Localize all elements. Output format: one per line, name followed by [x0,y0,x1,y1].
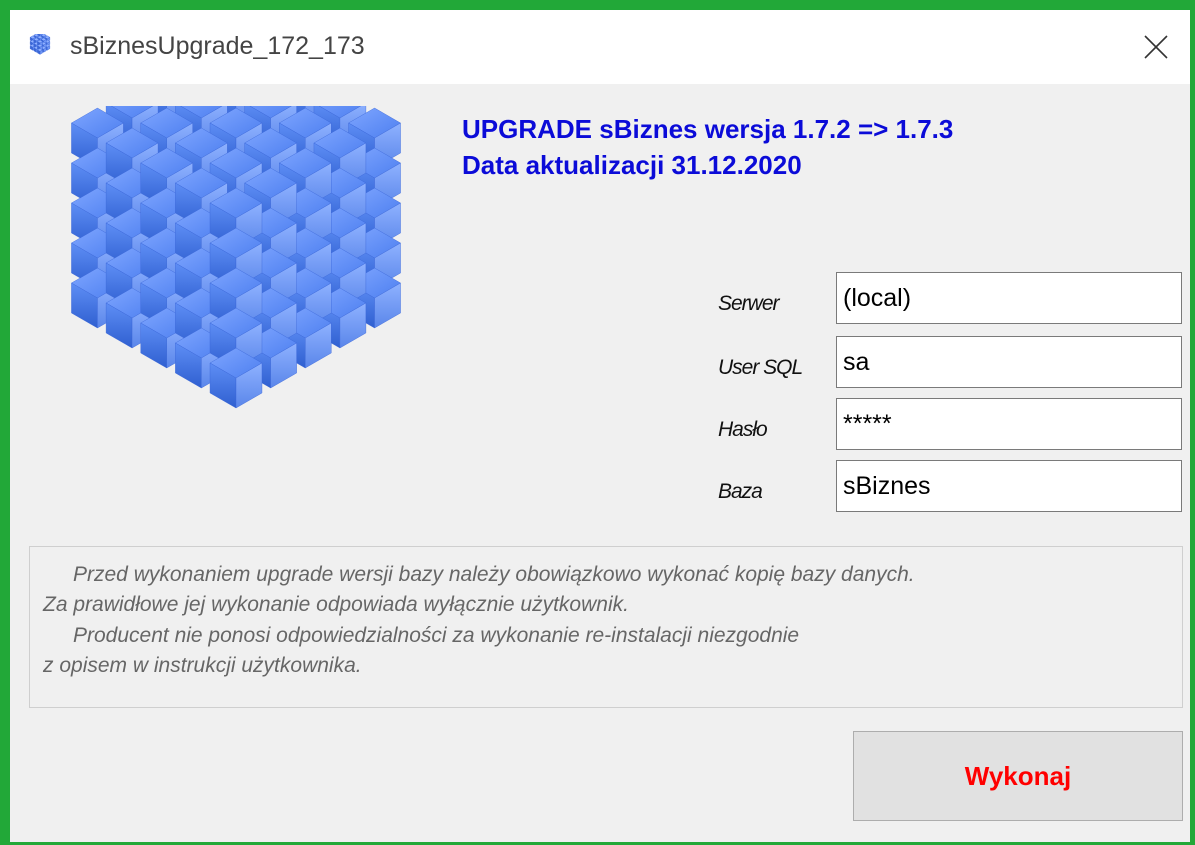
execute-button[interactable]: Wykonaj [853,731,1183,821]
database-label: Baza [718,480,763,503]
sql-user-label: User SQL [718,356,803,379]
sql-user-input[interactable] [836,336,1182,388]
window-title: sBiznesUpgrade_172_173 [70,32,365,60]
database-cube-icon [71,106,401,409]
app-cube-icon [29,34,51,55]
server-label: Serwer [718,292,780,315]
upgrade-version-heading: UPGRADE sBiznes wersja 1.7.2 => 1.7.3 [462,114,954,144]
password-input[interactable] [836,398,1182,450]
notice-line-1: Przed wykonaniem upgrade wersji bazy nal… [73,563,915,586]
notice-line-3: Producent nie ponosi odpowiedzialności z… [73,624,800,647]
database-input[interactable] [836,460,1182,512]
notice-line-2: Za prawidłowe jej wykonanie odpowiada wy… [43,593,629,616]
close-button[interactable] [1128,22,1184,72]
dialog-window: sBiznesUpgrade_172_173 UPGRADE sBiznes w… [0,0,1195,845]
password-label: Hasło [718,418,768,441]
update-date-heading: Data aktualizacji 31.12.2020 [462,150,802,180]
server-input[interactable] [836,272,1182,324]
title-bar: sBiznesUpgrade_172_173 [10,10,1190,84]
notice-line-4: z opisem w instrukcji użytkownika. [43,654,362,677]
backup-notice-box: Przed wykonaniem upgrade wersji bazy nal… [29,546,1183,708]
close-icon [1144,35,1168,59]
